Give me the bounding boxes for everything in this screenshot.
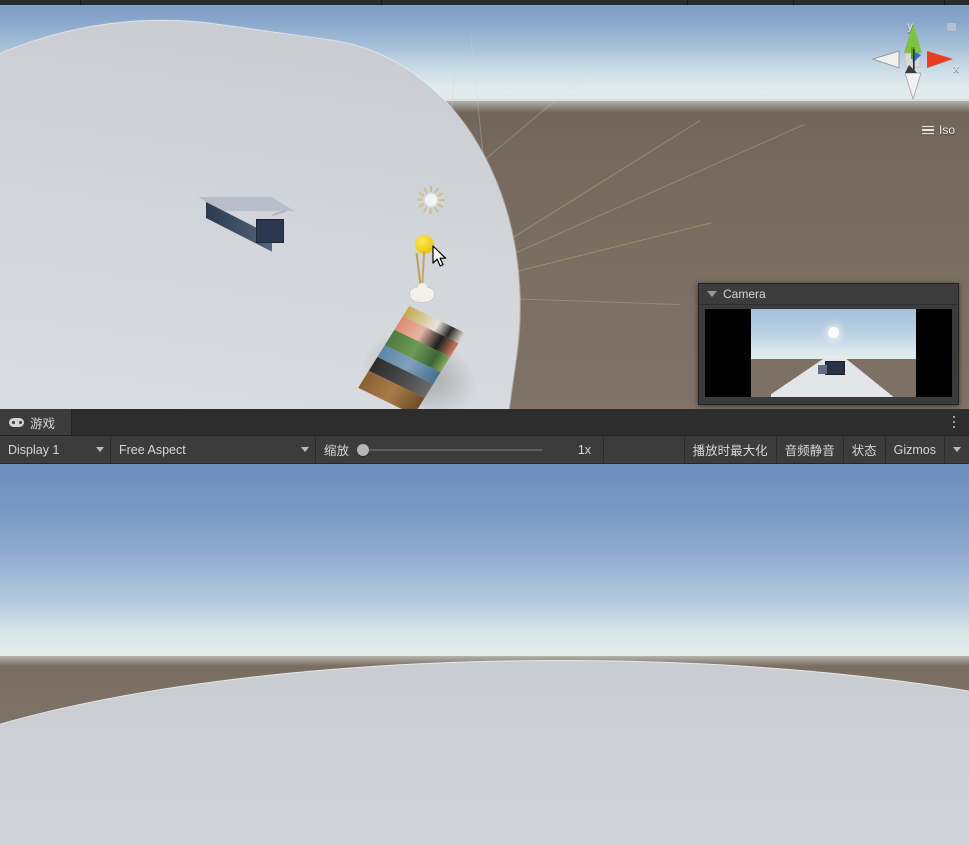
gamepad-icon: [9, 417, 24, 427]
directional-light-gizmo-icon[interactable]: [416, 186, 445, 214]
aspect-dropdown-label: Free Aspect: [119, 442, 186, 457]
game-sky: [0, 464, 969, 664]
camera-preview-render: [751, 309, 916, 397]
light-handle-base: [410, 283, 434, 302]
toolbar-spacer: [604, 436, 685, 463]
camera-preview-body: [705, 309, 952, 397]
scale-label: 缩放: [324, 444, 350, 458]
scene-orientation-gizmo[interactable]: x y: [865, 11, 961, 107]
scale-slider[interactable]: [357, 443, 544, 457]
mute-audio-toggle[interactable]: 音频静音: [777, 436, 844, 463]
preview-sun: [828, 327, 839, 338]
camera-preview-title: Camera: [723, 287, 766, 301]
hamburger-icon[interactable]: [921, 125, 934, 135]
scale-value: 1x: [577, 442, 592, 457]
scene-projection-row[interactable]: Iso: [921, 123, 955, 137]
game-toolbar: Display 1 Free Aspect 缩放 1x 播放时最大化 音频静音 …: [0, 436, 969, 464]
gizmos-dropdown[interactable]: [945, 436, 969, 463]
toolbar-right-group: 播放时最大化 音频静音 状态 Gizmos: [685, 436, 969, 463]
light-transform-handle[interactable]: [405, 235, 445, 305]
clipped-top-toolbar: [0, 0, 969, 5]
scale-slider-track: [357, 448, 544, 451]
preview-object-box: [818, 361, 845, 375]
game-panel: 游戏 Display 1 Free Aspect 缩放 1x 播放时最大化 音频…: [0, 409, 969, 845]
sun-core: [425, 194, 437, 206]
chevron-down-icon: [301, 447, 309, 452]
scene-view[interactable]: x y Iso Camera: [0, 5, 969, 409]
gizmos-toggle[interactable]: Gizmos: [886, 436, 945, 463]
gizmos-label: Gizmos: [893, 442, 936, 457]
scene-projection-label[interactable]: Iso: [939, 123, 955, 137]
stats-label: 状态: [851, 444, 877, 458]
gizmo-axis-y-label: y: [907, 19, 913, 33]
aspect-dropdown[interactable]: Free Aspect: [111, 436, 316, 463]
stats-toggle[interactable]: 状态: [844, 436, 886, 463]
scale-slider-knob[interactable]: [357, 443, 370, 456]
game-view-render[interactable]: [0, 464, 969, 845]
chevron-down-icon: [953, 447, 961, 452]
more-options-icon[interactable]: [947, 413, 961, 431]
triangle-down-icon[interactable]: [707, 291, 717, 297]
unity-editor-window: x y Iso Camera 游戏 Display 1 Free Aspect …: [0, 0, 969, 845]
display-dropdown-label: Display 1: [8, 442, 60, 457]
tab-game-label: 游戏: [30, 416, 56, 431]
scene-object-wall[interactable]: [198, 197, 295, 252]
wall-end-face: [256, 219, 284, 243]
display-dropdown[interactable]: Display 1: [0, 436, 111, 463]
camera-preview-header[interactable]: Camera: [699, 284, 958, 305]
maximize-on-play-label: 播放时最大化: [692, 444, 768, 458]
tab-game[interactable]: 游戏: [0, 409, 73, 435]
mute-audio-label: 音频静音: [784, 444, 835, 458]
game-tab-bar: 游戏: [0, 409, 969, 436]
lock-icon[interactable]: [947, 23, 956, 31]
maximize-on-play-toggle[interactable]: 播放时最大化: [685, 436, 777, 463]
gizmo-axis-x-label: x: [953, 63, 960, 75]
chevron-down-icon: [96, 447, 104, 452]
camera-preview-panel[interactable]: Camera: [698, 283, 959, 405]
scale-control[interactable]: 缩放 1x: [316, 436, 605, 463]
